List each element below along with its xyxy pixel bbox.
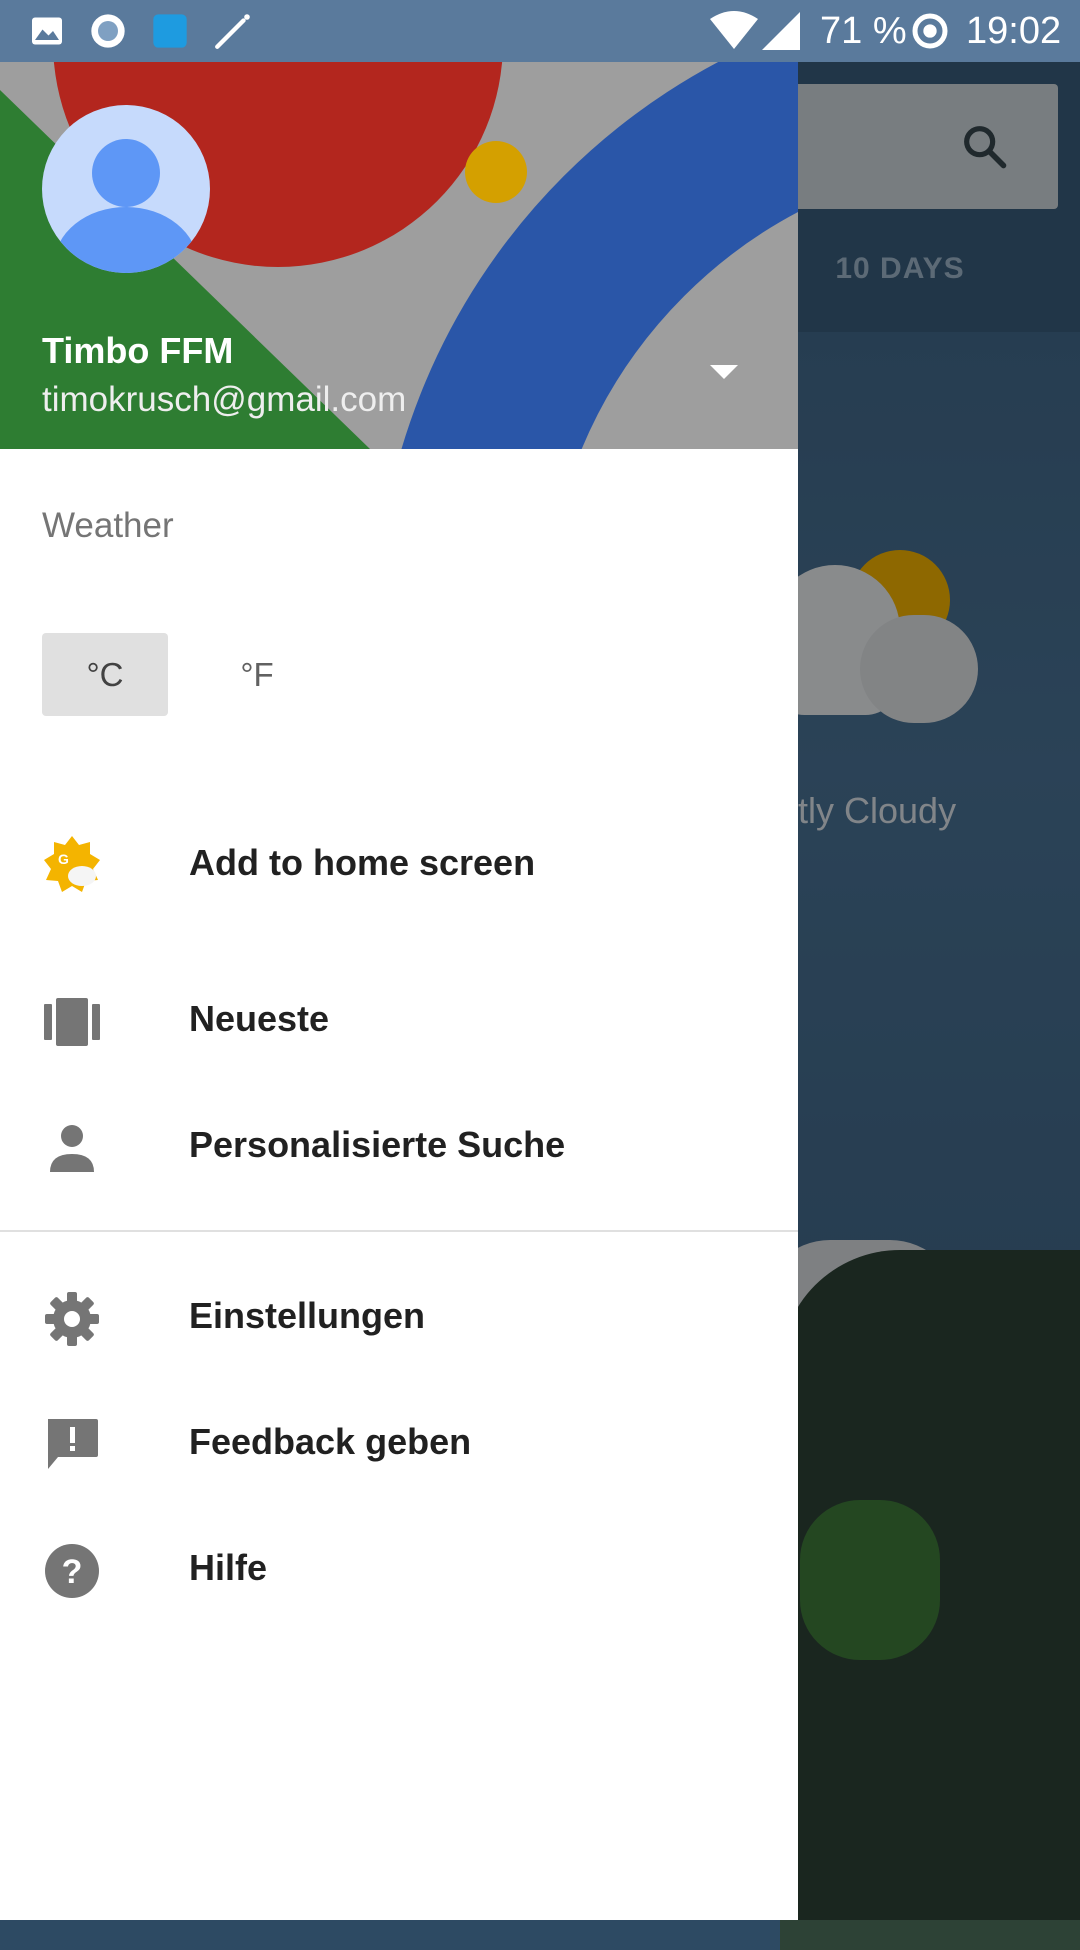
fahrenheit-toggle[interactable]: °F bbox=[194, 633, 320, 716]
menu-item-einstellungen[interactable]: Einstellungen bbox=[0, 1267, 798, 1367]
menu-item-neueste[interactable]: Neueste bbox=[0, 970, 798, 1070]
person-icon bbox=[50, 1125, 94, 1172]
image-icon bbox=[32, 17, 62, 45]
svg-text:G: G bbox=[58, 851, 69, 867]
magic-wand-icon bbox=[215, 14, 250, 49]
person-avatar-icon bbox=[54, 139, 198, 273]
battery-saver-icon bbox=[912, 13, 948, 49]
svg-text:?: ? bbox=[62, 1553, 83, 1591]
menu-label: Hilfe bbox=[189, 1547, 268, 1588]
feedback-icon bbox=[48, 1419, 98, 1469]
weather-app-icon: G bbox=[44, 836, 100, 892]
section-title: Weather bbox=[42, 506, 174, 545]
menu-label: Feedback geben bbox=[189, 1421, 472, 1462]
menu-label: Einstellungen bbox=[189, 1295, 426, 1336]
account-email: timokrusch@gmail.com bbox=[42, 380, 407, 419]
menu-label: Add to home screen bbox=[189, 842, 536, 883]
gear-icon bbox=[45, 1292, 99, 1346]
menu-label: Personalisierte Suche bbox=[189, 1124, 566, 1165]
avatar[interactable] bbox=[42, 105, 210, 273]
menu-label: Neueste bbox=[189, 998, 330, 1039]
account-name: Timbo FFM bbox=[42, 330, 234, 371]
menu-item-add-to-home[interactable]: G Add to home screen bbox=[0, 814, 798, 914]
battery-percent: 71 % bbox=[820, 10, 907, 52]
navigation-drawer: Timbo FFM timokrusch@gmail.com Weather °… bbox=[0, 62, 798, 1920]
carousel-icon bbox=[44, 998, 100, 1046]
record-icon bbox=[91, 14, 125, 48]
clock: 19:02 bbox=[966, 10, 1062, 52]
celsius-toggle[interactable]: °C bbox=[42, 633, 168, 716]
chevron-down-icon[interactable] bbox=[710, 362, 738, 382]
signal-icon bbox=[762, 12, 800, 50]
app-square-icon bbox=[153, 14, 187, 48]
menu-item-personalisierte-suche[interactable]: Personalisierte Suche bbox=[0, 1096, 798, 1196]
divider bbox=[0, 1230, 798, 1232]
account-header[interactable]: Timbo FFM timokrusch@gmail.com bbox=[0, 62, 798, 449]
menu-item-feedback[interactable]: Feedback geben bbox=[0, 1393, 798, 1493]
help-icon: ? bbox=[45, 1544, 99, 1598]
menu-item-hilfe[interactable]: ? Hilfe bbox=[0, 1519, 798, 1619]
status-bar: 71 % 19:02 bbox=[0, 0, 1080, 62]
wifi-icon bbox=[710, 11, 758, 49]
